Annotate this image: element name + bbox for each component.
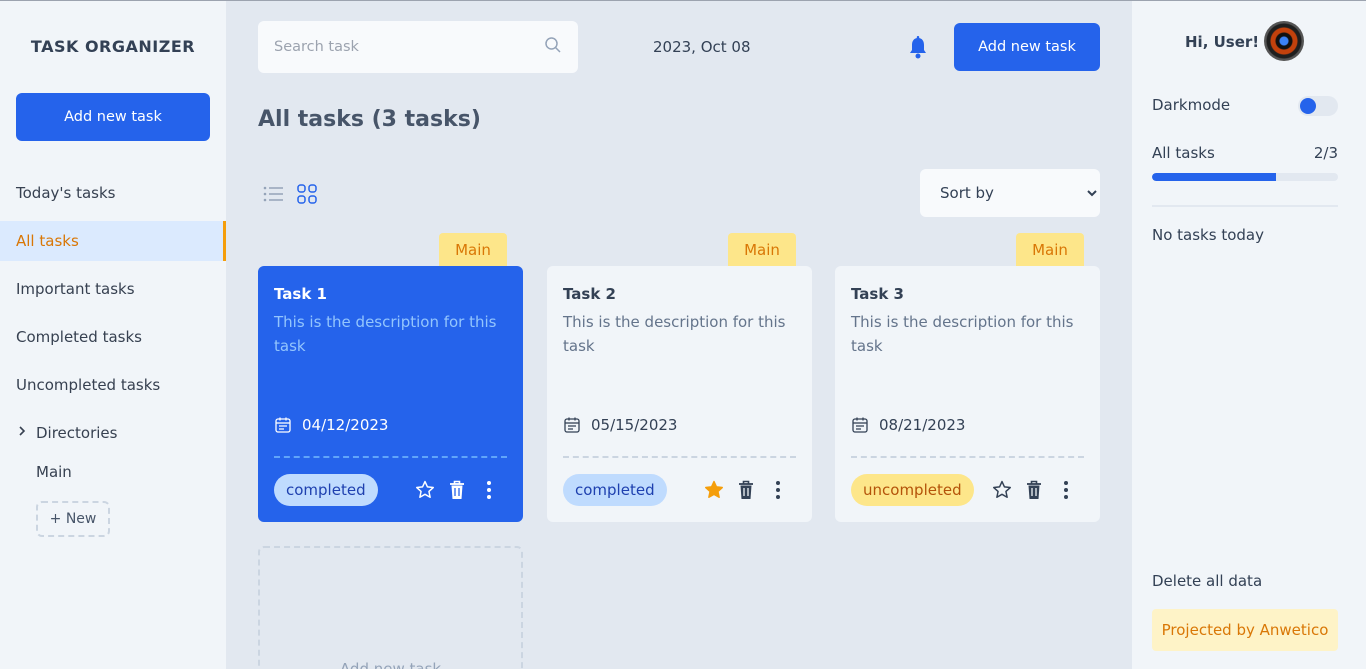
directories-label: Directories [36, 424, 118, 442]
more-options-icon[interactable] [766, 478, 790, 502]
task-date-text: 08/21/2023 [879, 416, 966, 434]
current-date: 2023, Oct 08 [653, 38, 751, 56]
task-date: 08/21/2023 [851, 416, 965, 434]
progress-bar-fill [1152, 173, 1277, 181]
status-badge[interactable]: completed [274, 474, 378, 506]
card-actions [990, 478, 1078, 502]
directories-toggle[interactable]: Directories [16, 421, 117, 445]
status-badge[interactable]: uncompleted [851, 474, 974, 506]
chevron-right-icon [16, 425, 36, 441]
directories-section: Directories Main [16, 421, 117, 481]
no-tasks-message: No tasks today [1152, 226, 1264, 244]
delete-all-data-button[interactable]: Delete all data [1152, 572, 1262, 590]
progress-label: All tasks [1152, 144, 1215, 162]
sidebar: TASK ORGANIZER Add new task Today's task… [0, 1, 226, 669]
search-input[interactable] [274, 39, 544, 55]
star-icon[interactable] [990, 478, 1014, 502]
task-description: This is the description for this task [563, 313, 786, 355]
card-actions [413, 478, 501, 502]
right-panel: Hi, User! Darkmode All tasks 2/3 No task… [1132, 1, 1366, 669]
add-task-card-label: Add new task [339, 660, 442, 669]
calendar-icon [564, 417, 580, 433]
progress-count: 2/3 [1313, 144, 1338, 162]
page-title: All tasks (3 tasks) [258, 107, 481, 132]
trash-icon[interactable] [1022, 478, 1046, 502]
app-brand: TASK ORGANIZER [30, 37, 196, 56]
card-divider [274, 456, 507, 458]
grid-view-icon[interactable] [296, 183, 318, 205]
calendar-icon [852, 417, 868, 433]
progress-bar [1152, 173, 1338, 181]
search-box [258, 21, 578, 73]
task-title: Task 2 [563, 285, 616, 303]
user-greeting: Hi, User! [1185, 33, 1260, 51]
darkmode-toggle[interactable] [1298, 96, 1338, 116]
more-options-icon[interactable] [477, 478, 501, 502]
task-card: Main Task 1 This is the description for … [258, 233, 523, 522]
credit-link[interactable]: Projected by Anwetico [1152, 609, 1338, 651]
star-filled-icon[interactable] [702, 478, 726, 502]
sidebar-item-completed[interactable]: Completed tasks [0, 317, 226, 357]
card-divider [851, 456, 1084, 458]
star-icon[interactable] [413, 478, 437, 502]
task-card: Main Task 2 This is the description for … [547, 233, 812, 522]
search-icon[interactable] [544, 36, 562, 58]
directory-tag[interactable]: Main [728, 233, 796, 266]
darkmode-label: Darkmode [1152, 96, 1231, 114]
bell-icon[interactable] [906, 35, 930, 61]
card-actions [702, 478, 790, 502]
directory-tag[interactable]: Main [1016, 233, 1084, 266]
sidebar-item-uncompleted[interactable]: Uncompleted tasks [0, 365, 226, 405]
card-divider [563, 456, 796, 458]
task-date-text: 04/12/2023 [302, 416, 389, 434]
more-options-icon[interactable] [1054, 478, 1078, 502]
task-card-body[interactable]: Task 1 This is the description for this … [258, 266, 523, 522]
sidebar-item-all[interactable]: All tasks [0, 221, 226, 261]
sidebar-nav: Today's tasks All tasks Important tasks … [0, 173, 226, 413]
task-card-body[interactable]: Task 3 This is the description for this … [835, 266, 1100, 522]
task-description: This is the description for this task [274, 313, 497, 355]
directory-item-main[interactable]: Main [36, 463, 72, 481]
toggle-knob [1300, 98, 1316, 114]
sort-select[interactable]: Sort by [920, 169, 1100, 217]
trash-icon[interactable] [445, 478, 469, 502]
directory-tag[interactable]: Main [439, 233, 507, 266]
task-description: This is the description for this task [851, 313, 1074, 355]
divider [1152, 205, 1338, 207]
list-view-icon[interactable] [262, 183, 286, 205]
add-task-card[interactable]: Add new task [258, 546, 523, 669]
sidebar-item-important[interactable]: Important tasks [0, 269, 226, 309]
status-badge[interactable]: completed [563, 474, 667, 506]
task-title: Task 3 [851, 285, 904, 303]
new-directory-button[interactable]: + New [36, 501, 110, 537]
sidebar-add-task-button[interactable]: Add new task [16, 93, 210, 141]
task-date-text: 05/15/2023 [591, 416, 678, 434]
task-date: 05/15/2023 [563, 416, 677, 434]
calendar-icon [275, 417, 291, 433]
task-title: Task 1 [274, 285, 327, 303]
avatar[interactable] [1264, 21, 1304, 61]
sidebar-item-today[interactable]: Today's tasks [0, 173, 226, 213]
header-add-task-button[interactable]: Add new task [954, 23, 1100, 71]
task-card-body[interactable]: Task 2 This is the description for this … [547, 266, 812, 522]
task-card: Main Task 3 This is the description for … [835, 233, 1100, 522]
task-date: 04/12/2023 [274, 416, 388, 434]
trash-icon[interactable] [734, 478, 758, 502]
